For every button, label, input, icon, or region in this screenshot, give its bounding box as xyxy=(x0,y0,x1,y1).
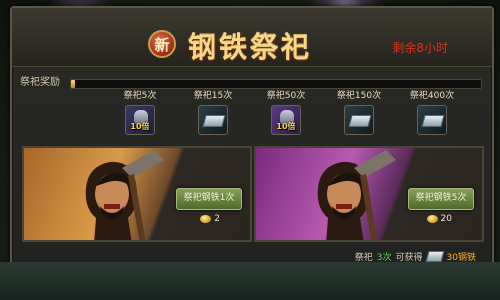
panel-title: 钢铁祭祀 xyxy=(188,31,313,64)
milestone-50[interactable]: 祭祀50次 10倍 xyxy=(261,90,311,135)
sacrifice-cost-value: 20 xyxy=(440,214,452,224)
steel-icon[interactable] xyxy=(344,105,374,135)
reward-progress-label: 祭祀奖励 xyxy=(20,77,60,88)
multiplier-badge: 10倍 xyxy=(130,122,150,131)
steel-sacrifice-panel: 新 钢铁祭祀 剩余8小时 祭祀奖励 祭祀5次 10倍 祭祀15次 祭祀50次 1… xyxy=(10,6,494,298)
steel-icon[interactable] xyxy=(198,105,228,135)
reward-progress-track xyxy=(70,79,482,89)
gold-icon xyxy=(200,215,212,223)
milestone-label: 祭祀15次 xyxy=(193,91,233,101)
remaining-time: 剩余8小时 xyxy=(392,41,448,55)
summary-prefix: 祭祀 xyxy=(354,252,373,263)
sacrifice-card-5: 祭祀钢铁5次 20 xyxy=(254,146,484,242)
milestone-label: 祭祀50次 xyxy=(266,91,306,101)
summary-count: 3次 xyxy=(376,252,392,263)
steel-icon[interactable] xyxy=(417,105,447,135)
gold-icon xyxy=(426,215,438,223)
sacrifice-once-button[interactable]: 祭祀钢铁1次 xyxy=(176,188,242,210)
multiplier-badge: 10倍 xyxy=(276,122,296,131)
warrior-portrait xyxy=(317,150,396,240)
reward-progress: 祭祀奖励 xyxy=(20,76,484,90)
sacrifice-cost: 20 xyxy=(426,214,452,224)
sacrifice-five-button[interactable]: 祭祀钢铁5次 xyxy=(408,188,474,210)
reward-progress-fill xyxy=(71,80,76,88)
steel-icon xyxy=(425,250,445,262)
reward-summary: 祭祀 3次 可获得 30钢铁 xyxy=(355,249,476,263)
milestone-150[interactable]: 祭祀150次 xyxy=(334,90,384,135)
milestone-15[interactable]: 祭祀15次 xyxy=(188,90,238,135)
milestone-label: 祭祀400次 xyxy=(409,91,455,101)
bag-icon[interactable]: 10倍 xyxy=(271,105,301,135)
game-screen: 新 钢铁祭祀 剩余8小时 祭祀奖励 祭祀5次 10倍 祭祀15次 祭祀50次 1… xyxy=(0,0,500,300)
milestone-5[interactable]: 祭祀5次 10倍 xyxy=(115,90,165,135)
panel-header: 新 钢铁祭祀 剩余8小时 xyxy=(12,8,492,67)
milestone-400[interactable]: 祭祀400次 xyxy=(407,90,457,135)
sacrifice-card-1: 祭祀钢铁1次 2 xyxy=(22,146,252,242)
milestone-label: 祭祀150次 xyxy=(336,91,382,101)
sacrifice-cost-value: 2 xyxy=(214,214,220,224)
milestone-label: 祭祀5次 xyxy=(123,91,157,101)
background-scenery xyxy=(0,262,500,300)
new-badge: 新 xyxy=(148,30,176,58)
summary-reward: 30钢铁 xyxy=(446,252,476,263)
summary-middle: 可获得 xyxy=(395,252,423,263)
warrior-portrait xyxy=(85,150,164,240)
sacrifice-cost: 2 xyxy=(200,214,220,224)
bag-icon[interactable]: 10倍 xyxy=(125,105,155,135)
